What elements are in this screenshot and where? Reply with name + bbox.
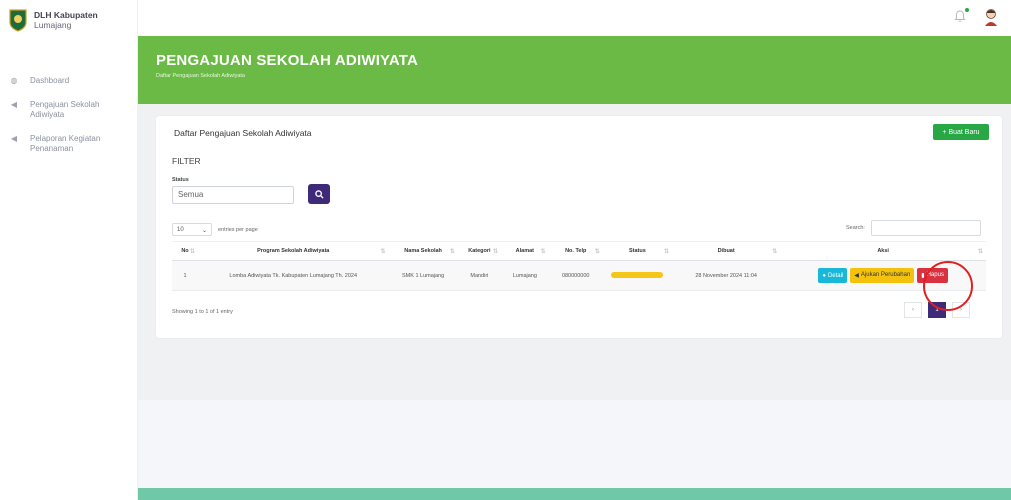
sort-icon: ⇅ [664,249,670,255]
brand-name: DLH Kabupaten Lumajang [34,10,98,30]
send-icon: ◀ [854,272,859,279]
cell-status [602,260,673,291]
column-header-aksi[interactable]: Aksi ⇅ [780,241,986,261]
page-header: PENGAJUAN SEKOLAH ADIWIYATA Daftar Penga… [138,36,1011,104]
brand[interactable]: DLH Kabupaten Lumajang [0,0,137,40]
sort-icon: ⇅ [594,249,600,255]
cell-program: Lomba Adiwiyata Tk. Kabupaten Lumajang T… [197,260,389,291]
request-change-button[interactable]: ◀ Ajukan Perubahan [850,267,915,283]
column-header-dibuat[interactable]: Dibuat ⇅ [672,241,781,261]
sort-icon: ⇅ [189,249,195,255]
entries-per-page-select[interactable]: 10 ⌄ [172,223,212,236]
cell-dibuat: 28 November 2024 11:04 [672,260,781,291]
filter-heading: FILTER [172,156,201,166]
regency-logo-icon [9,9,27,32]
sort-icon: ⇅ [493,249,499,255]
table-search: Search: [846,220,981,236]
sort-icon: ⇅ [977,249,983,255]
table-info: Showing 1 to 1 of 1 entry [172,309,233,315]
user-avatar-icon[interactable] [984,8,998,26]
column-header-kategori[interactable]: Kategori ⇅ [457,241,502,261]
column-header-sekolah[interactable]: Nama Sekolah ⇅ [388,241,458,261]
create-new-button[interactable]: + Buat Baru [933,124,989,140]
notification-dot [965,8,969,12]
chevron-down-icon: ⌄ [201,228,207,234]
sidebar-item-label: Pengajuan Sekolah Adiwiyata [30,100,100,119]
column-header-telp[interactable]: No. Telp ⇅ [548,241,603,261]
sidebar-item-pelaporan[interactable]: ◀ Pelaporan Kegiatan Penanaman [0,128,137,160]
submissions-table: No ⇅ Program Sekolah Adiwiyata ⇅ Nama Seko… [172,241,986,291]
info-icon: ● [822,272,826,279]
sort-icon: ⇅ [380,249,386,255]
search-label: Search: [846,225,865,231]
cell-telp: 080000000 [548,260,603,291]
column-header-program[interactable]: Program Sekolah Adiwiyata ⇅ [197,241,389,261]
sidebar-nav: ◍ Dashboard ◀ Pengajuan Sekolah Adiwiyat… [0,70,137,160]
status-badge [611,271,664,278]
table-row: 1 Lomba Adiwiyata Tk. Kabupaten Lumajang… [172,260,986,291]
detail-button[interactable]: ● Detail [818,268,848,284]
notification-bell-icon[interactable] [954,8,969,24]
footer-bar [138,488,1011,500]
sidebar-item-dashboard[interactable]: ◍ Dashboard [0,70,137,92]
sort-icon: ⇅ [449,249,455,255]
cell-alamat: Lumajang [501,260,549,291]
breadcrumb: Daftar Pengajuan Sekolah Adiwiyata [156,73,245,79]
sidebar-item-label: Dashboard [30,76,70,85]
brand-line2: Lumajang [34,20,72,30]
table-search-input[interactable] [870,220,981,236]
column-header-status[interactable]: Status ⇅ [602,241,673,261]
brand-line1: DLH Kabupaten [34,10,98,20]
table-header-row: No ⇅ Program Sekolah Adiwiyata ⇅ Nama Seko… [172,241,986,261]
sort-icon: ⇅ [772,249,778,255]
status-label: Status [172,177,189,183]
filter-search-button[interactable] [308,184,330,204]
cell-no: 1 [172,260,198,291]
page-title: PENGAJUAN SEKOLAH ADIWIYATA [156,52,419,69]
entries-label: entries per page [218,226,258,233]
cell-sekolah: SMK 1 Lumajang [388,260,458,291]
sidebar-item-pengajuan[interactable]: ◀ Pengajuan Sekolah Adiwiyata [0,94,137,126]
highlight-circle [923,261,973,311]
sidebar: DLH Kabupaten Lumajang ◍ Dashboard ◀ Pen… [0,0,138,500]
column-header-alamat[interactable]: Alamat ⇅ [501,241,549,261]
sidebar-item-label: Pelaporan Kegiatan Penanaman [30,134,101,153]
cell-kategori: Mandiri [457,260,502,291]
column-header-no[interactable]: No ⇅ [172,241,198,261]
send-icon: ◀ [10,100,18,109]
pagination-prev[interactable]: ‹ [904,302,922,318]
sort-icon: ⇅ [540,249,546,255]
entries-value: 10 [177,227,184,233]
topbar [138,0,1011,36]
send-icon: ◀ [10,134,18,143]
search-icon [314,189,324,199]
dashboard-icon: ◍ [10,76,18,85]
status-select[interactable]: Semua [172,186,294,204]
entries-control: 10 ⌄ entries per page [172,223,258,236]
submission-card: Daftar Pengajuan Sekolah Adiwiyata + Bua… [156,116,1002,338]
card-title: Daftar Pengajuan Sekolah Adiwiyata [174,128,312,138]
